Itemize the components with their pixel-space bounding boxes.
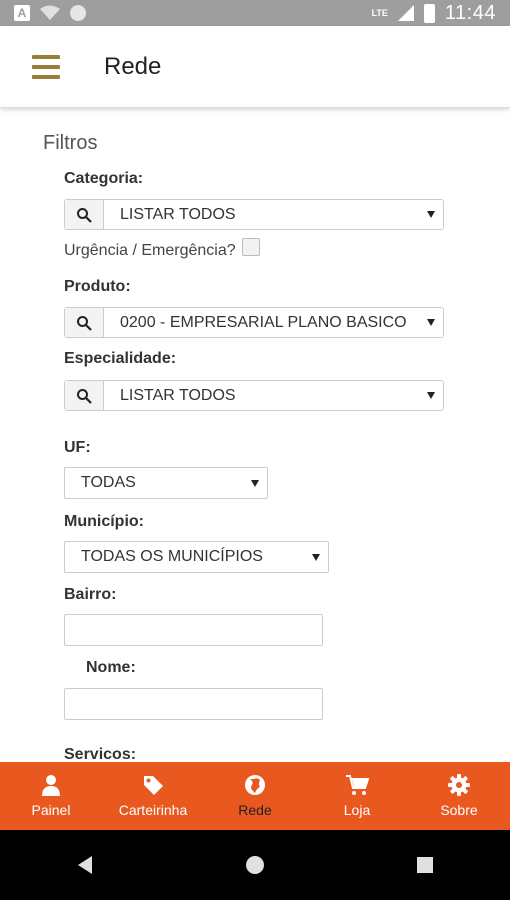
home-button[interactable] (225, 835, 285, 895)
especialidade-label: Especialidade: (64, 350, 177, 367)
dropdown-caret-icon (427, 211, 435, 218)
page-title: Rede (104, 52, 162, 80)
nav-item-loja[interactable]: Loja (306, 762, 408, 830)
dropdown-caret-icon (251, 479, 259, 487)
dropdown-caret-icon (427, 392, 435, 399)
municipio-select[interactable]: TODAS OS MUNICÍPIOS (64, 541, 329, 573)
urgencia-label: Urgência / Emergência? (64, 242, 236, 259)
signal-icon (397, 5, 414, 21)
back-icon (78, 856, 92, 874)
categoria-select[interactable]: LISTAR TODOS (64, 199, 444, 230)
nav-item-painel[interactable]: Painel (0, 762, 102, 830)
tag-icon (144, 776, 163, 795)
nav-label: Painel (31, 802, 71, 818)
globe-icon (245, 775, 265, 795)
notification-a-icon: A (14, 5, 30, 21)
search-icon (65, 308, 104, 337)
produto-value: 0200 - EMPRESARIAL PLANO BASICO (120, 313, 407, 331)
dropdown-caret-icon (312, 553, 320, 561)
urgencia-checkbox[interactable] (241, 238, 260, 256)
produto-label: Produto: (64, 278, 131, 295)
status-time: 11:44 (444, 1, 496, 24)
dropdown-caret-icon (427, 319, 435, 326)
bairro-field[interactable] (64, 614, 323, 646)
wifi-icon (40, 5, 60, 20)
bairro-label: Bairro: (64, 586, 117, 603)
nome-field[interactable] (64, 688, 323, 720)
especialidade-value: LISTAR TODOS (120, 386, 236, 404)
system-nav-bar (0, 830, 510, 900)
recents-icon (417, 857, 433, 873)
sync-icon (70, 5, 86, 21)
categoria-value: LISTAR TODOS (120, 205, 236, 223)
especialidade-select[interactable]: LISTAR TODOS (64, 380, 444, 411)
filters-form: Filtros Categoria: LISTAR TODOS Urgência… (0, 108, 510, 762)
nav-label: Carteirinha (118, 802, 188, 818)
recents-button[interactable] (395, 835, 455, 895)
back-button[interactable] (55, 835, 115, 895)
nav-label: Rede (238, 802, 272, 818)
uf-label: UF: (64, 439, 91, 456)
categoria-label: Categoria: (64, 170, 144, 187)
servicos-label: Servicos: (64, 746, 137, 762)
search-icon (65, 381, 104, 410)
uf-select[interactable]: TODAS (64, 467, 268, 499)
municipio-value: TODAS OS MUNICÍPIOS (81, 548, 263, 565)
bottom-nav: Painel Carteirinha Rede Loja Sobre (0, 762, 510, 830)
filters-heading: Filtros (43, 132, 98, 154)
nav-label: Sobre (440, 802, 478, 818)
cart-icon (346, 775, 369, 795)
uf-value: TODAS (81, 474, 136, 491)
urgencia-row: Urgência / Emergência? (64, 238, 260, 260)
nome-label: Nome: (86, 659, 136, 676)
app-bar: Rede (0, 26, 510, 108)
produto-select[interactable]: 0200 - EMPRESARIAL PLANO BASICO (64, 307, 444, 338)
gear-icon (448, 774, 470, 796)
menu-icon[interactable] (32, 54, 60, 79)
battery-icon (423, 3, 435, 23)
network-type: LTE (371, 8, 388, 18)
nav-label: Loja (343, 802, 371, 818)
search-icon (65, 200, 104, 229)
nav-item-sobre[interactable]: Sobre (408, 762, 510, 830)
nav-item-carteirinha[interactable]: Carteirinha (102, 762, 204, 830)
municipio-label: Município: (64, 513, 144, 530)
user-icon (42, 775, 60, 796)
status-bar: A LTE 11:44 (0, 0, 510, 26)
home-icon (246, 856, 264, 874)
nav-item-rede[interactable]: Rede (204, 762, 306, 830)
